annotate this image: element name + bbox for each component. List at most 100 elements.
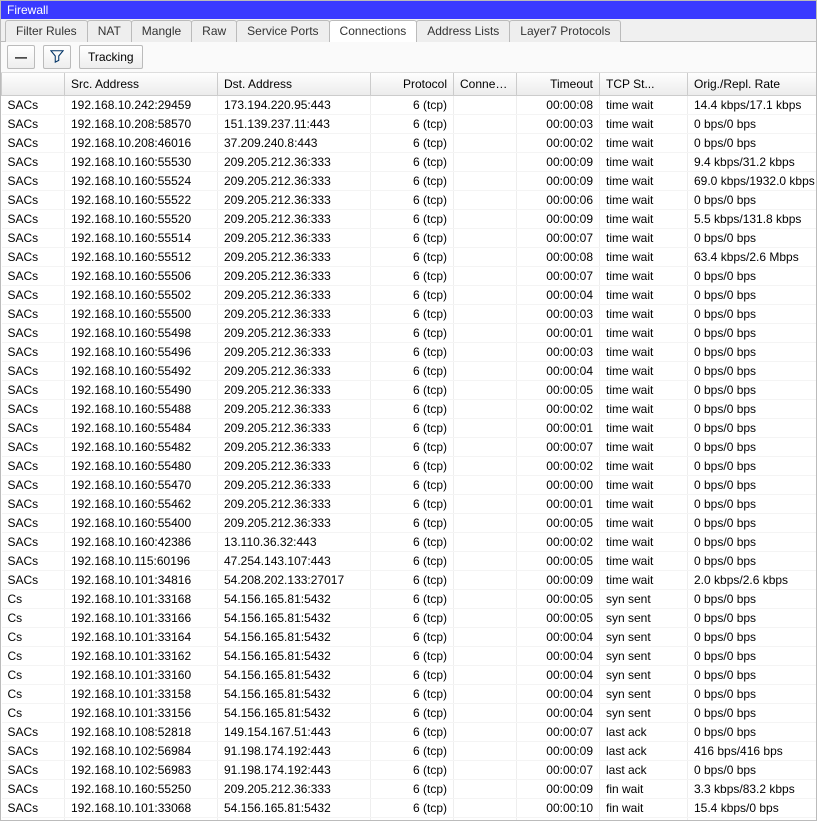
table-row[interactable]: SACs192.168.10.160:55502209.205.212.36:3…	[2, 286, 817, 305]
remove-button[interactable]: —	[7, 45, 35, 69]
table-row[interactable]: SACs192.168.10.160:55488209.205.212.36:3…	[2, 400, 817, 419]
table-row[interactable]: Cs192.168.10.101:3316854.156.165.81:5432…	[2, 590, 817, 609]
cell-flag: SACs	[2, 134, 65, 153]
cell-tcp: fin wait	[600, 799, 688, 818]
table-row[interactable]: SACs192.168.10.102:5698391.198.174.192:4…	[2, 761, 817, 780]
col-header-proto[interactable]: Protocol	[371, 73, 454, 96]
cell-conn	[454, 552, 517, 571]
tab-service-ports[interactable]: Service Ports	[236, 20, 329, 42]
tab-connections[interactable]: Connections	[329, 20, 418, 42]
cell-proto: 6 (tcp)	[371, 419, 454, 438]
table-row[interactable]: SACs192.168.10.101:3306854.156.165.81:54…	[2, 799, 817, 818]
cell-proto: 6 (tcp)	[371, 153, 454, 172]
cell-proto: 6 (tcp)	[371, 780, 454, 799]
table-row[interactable]: SACs192.168.10.208:58570151.139.237.11:4…	[2, 115, 817, 134]
tab-layer7-protocols[interactable]: Layer7 Protocols	[509, 20, 621, 42]
table-row[interactable]: SACs192.168.10.160:55490209.205.212.36:3…	[2, 381, 817, 400]
cell-tcp: last ack	[600, 723, 688, 742]
tracking-button[interactable]: Tracking	[79, 45, 143, 69]
table-row[interactable]: SACs192.168.10.160:55400209.205.212.36:3…	[2, 514, 817, 533]
cell-tcp: time wait	[600, 115, 688, 134]
cell-tcp: syn sent	[600, 647, 688, 666]
cell-src: 192.168.10.160:55530	[65, 153, 218, 172]
cell-tcp: time wait	[600, 134, 688, 153]
cell-rate: 0 bps/0 bps	[688, 476, 817, 495]
cell-src: 192.168.10.208:58570	[65, 115, 218, 134]
cell-proto: 6 (tcp)	[371, 590, 454, 609]
table-row[interactable]: Cs192.168.10.101:3315854.156.165.81:5432…	[2, 685, 817, 704]
table-row[interactable]: SACs192.168.10.101:3306654.156.165.81:54…	[2, 818, 817, 821]
table-row[interactable]: SACs192.168.10.160:55524209.205.212.36:3…	[2, 172, 817, 191]
cell-tcp: syn sent	[600, 685, 688, 704]
col-header-rate[interactable]: Orig./Repl. Rate	[688, 73, 817, 96]
cell-dst: 47.254.143.107:443	[218, 552, 371, 571]
table-row[interactable]: SACs192.168.10.160:55498209.205.212.36:3…	[2, 324, 817, 343]
table-row[interactable]: SACs192.168.10.160:55484209.205.212.36:3…	[2, 419, 817, 438]
table-row[interactable]: Cs192.168.10.101:3315654.156.165.81:5432…	[2, 704, 817, 723]
table-row[interactable]: SACs192.168.10.160:55496209.205.212.36:3…	[2, 343, 817, 362]
cell-src: 192.168.10.101:33068	[65, 799, 218, 818]
table-row[interactable]: Cs192.168.10.101:3316454.156.165.81:5432…	[2, 628, 817, 647]
col-header-flag[interactable]	[2, 73, 65, 96]
cell-dst: 149.154.167.51:443	[218, 723, 371, 742]
table-row[interactable]: Cs192.168.10.101:3316654.156.165.81:5432…	[2, 609, 817, 628]
cell-src: 192.168.10.101:34816	[65, 571, 218, 590]
table-row[interactable]: SACs192.168.10.102:5698491.198.174.192:4…	[2, 742, 817, 761]
table-row[interactable]: SACs192.168.10.160:55462209.205.212.36:3…	[2, 495, 817, 514]
table-row[interactable]: SACs192.168.10.115:6019647.254.143.107:4…	[2, 552, 817, 571]
cell-proto: 6 (tcp)	[371, 305, 454, 324]
cell-dst: 209.205.212.36:333	[218, 419, 371, 438]
col-header-conn[interactable]: Connecti...	[454, 73, 517, 96]
cell-src: 192.168.10.160:55512	[65, 248, 218, 267]
table-row[interactable]: SACs192.168.10.160:55250209.205.212.36:3…	[2, 780, 817, 799]
table-row[interactable]: SACs192.168.10.208:4601637.209.240.8:443…	[2, 134, 817, 153]
table-row[interactable]: Cs192.168.10.101:3316254.156.165.81:5432…	[2, 647, 817, 666]
tab-filter-rules[interactable]: Filter Rules	[5, 20, 88, 42]
table-row[interactable]: SACs192.168.10.160:55482209.205.212.36:3…	[2, 438, 817, 457]
cell-conn	[454, 723, 517, 742]
filter-button[interactable]	[43, 45, 71, 69]
cell-rate: 0 bps/0 bps	[688, 761, 817, 780]
cell-tcp: last ack	[600, 742, 688, 761]
cell-flag: SACs	[2, 571, 65, 590]
tab-mangle[interactable]: Mangle	[131, 20, 192, 42]
tab-bar: Filter RulesNATMangleRawService PortsCon…	[1, 19, 816, 42]
col-header-timeout[interactable]: Timeout	[517, 73, 600, 96]
table-row[interactable]: SACs192.168.10.160:55530209.205.212.36:3…	[2, 153, 817, 172]
cell-src: 192.168.10.101:33168	[65, 590, 218, 609]
tracking-button-label: Tracking	[88, 50, 134, 64]
table-row[interactable]: SACs192.168.10.160:4238613.110.36.32:443…	[2, 533, 817, 552]
cell-dst: 209.205.212.36:333	[218, 438, 371, 457]
tab-raw[interactable]: Raw	[191, 20, 237, 42]
tab-nat[interactable]: NAT	[87, 20, 132, 42]
cell-flag: SACs	[2, 780, 65, 799]
table-row[interactable]: SACs192.168.10.242:29459173.194.220.95:4…	[2, 96, 817, 115]
table-row[interactable]: SACs192.168.10.160:55512209.205.212.36:3…	[2, 248, 817, 267]
cell-timeout: 00:00:02	[517, 533, 600, 552]
cell-rate: 0 bps/0 bps	[688, 457, 817, 476]
cell-dst: 209.205.212.36:333	[218, 514, 371, 533]
cell-src: 192.168.10.101:33164	[65, 628, 218, 647]
cell-tcp: time wait	[600, 476, 688, 495]
table-row[interactable]: SACs192.168.10.101:3481654.208.202.133:2…	[2, 571, 817, 590]
cell-conn	[454, 609, 517, 628]
cell-conn	[454, 742, 517, 761]
table-row[interactable]: SACs192.168.10.160:55522209.205.212.36:3…	[2, 191, 817, 210]
cell-tcp: time wait	[600, 552, 688, 571]
table-row[interactable]: SACs192.168.10.160:55506209.205.212.36:3…	[2, 267, 817, 286]
connections-grid[interactable]: Src. AddressDst. AddressProtocolConnecti…	[1, 73, 816, 820]
tab-address-lists[interactable]: Address Lists	[416, 20, 510, 42]
col-header-tcp[interactable]: TCP St...	[600, 73, 688, 96]
col-header-dst[interactable]: Dst. Address	[218, 73, 371, 96]
cell-dst: 209.205.212.36:333	[218, 495, 371, 514]
col-header-src[interactable]: Src. Address	[65, 73, 218, 96]
table-row[interactable]: SACs192.168.10.160:55470209.205.212.36:3…	[2, 476, 817, 495]
table-row[interactable]: SACs192.168.10.160:55500209.205.212.36:3…	[2, 305, 817, 324]
table-row[interactable]: SACs192.168.10.108:52818149.154.167.51:4…	[2, 723, 817, 742]
table-row[interactable]: SACs192.168.10.160:55480209.205.212.36:3…	[2, 457, 817, 476]
table-row[interactable]: Cs192.168.10.101:3316054.156.165.81:5432…	[2, 666, 817, 685]
table-row[interactable]: SACs192.168.10.160:55520209.205.212.36:3…	[2, 210, 817, 229]
table-row[interactable]: SACs192.168.10.160:55514209.205.212.36:3…	[2, 229, 817, 248]
cell-proto: 6 (tcp)	[371, 210, 454, 229]
table-row[interactable]: SACs192.168.10.160:55492209.205.212.36:3…	[2, 362, 817, 381]
